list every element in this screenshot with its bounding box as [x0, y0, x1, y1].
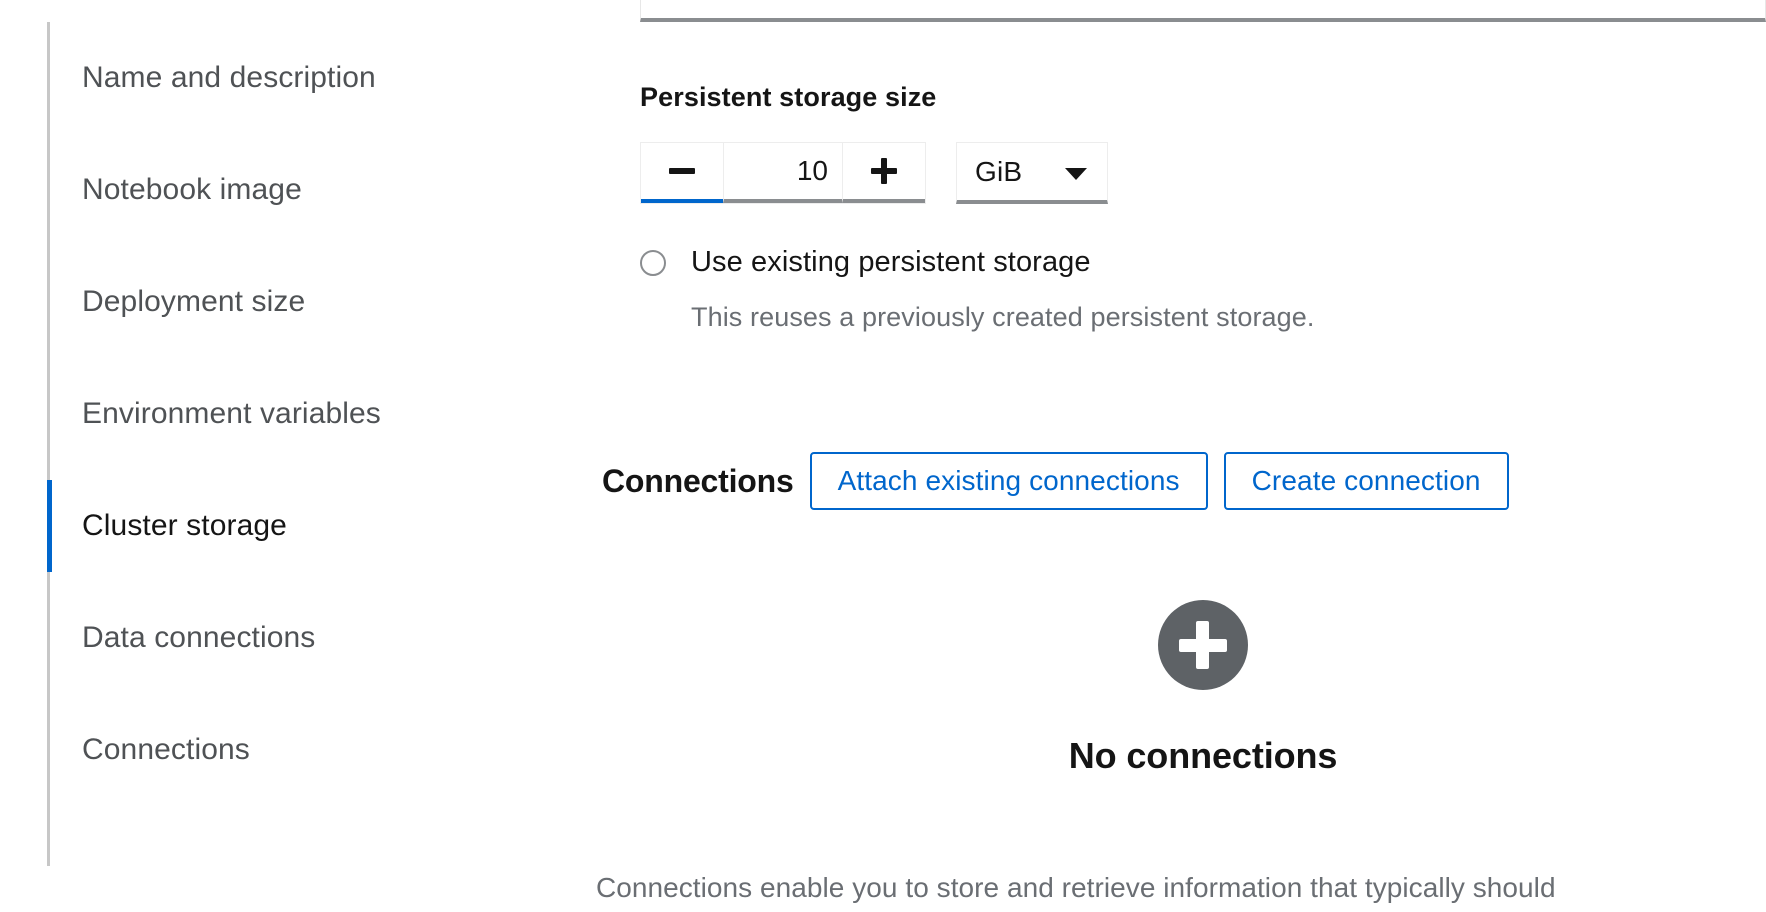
persistent-storage-size-label: Persistent storage size: [640, 82, 937, 112]
persistent-storage-size-controls: GiB: [640, 142, 1108, 204]
truncated-text-input-above[interactable]: [640, 0, 1766, 22]
storage-unit-value: GiB: [975, 155, 1023, 187]
sidebar-item-environment-variables[interactable]: Environment variables: [0, 358, 560, 470]
use-existing-storage-label: Use existing persistent storage: [691, 246, 1091, 278]
storage-unit-select[interactable]: GiB: [956, 142, 1108, 204]
main-content: Persistent storage size GiB Use existing…: [596, 0, 1766, 912]
use-existing-storage-radio-row[interactable]: Use existing persistent storage: [640, 246, 1091, 279]
minus-icon: [669, 168, 695, 174]
sidebar-item-notebook-image[interactable]: Notebook image: [0, 134, 560, 246]
plus-circle-icon: [1158, 600, 1248, 690]
empty-state-title: No connections: [1068, 735, 1338, 776]
chevron-down-icon: [1065, 167, 1087, 180]
plus-icon: [871, 158, 897, 184]
storage-size-input[interactable]: [723, 143, 843, 203]
sidebar-item-label: Name and description: [82, 61, 376, 94]
sidebar-item-connections[interactable]: Connections: [0, 694, 560, 806]
sidebar-item-data-connections[interactable]: Data connections: [0, 582, 560, 694]
notebook-configuration-page: Name and description Notebook image Depl…: [0, 0, 1766, 912]
create-connection-button[interactable]: Create connection: [1223, 452, 1509, 510]
sidebar-item-deployment-size[interactable]: Deployment size: [0, 246, 560, 358]
minus-icon-button[interactable]: [641, 143, 723, 203]
sidebar-item-label: Data connections: [82, 621, 316, 654]
empty-state-body-text: Connections enable you to store and retr…: [596, 872, 1556, 903]
connections-title: Connections: [602, 462, 794, 499]
sidebar-item-cluster-storage[interactable]: Cluster storage: [0, 470, 560, 582]
section-jump-links-sidebar: Name and description Notebook image Depl…: [0, 22, 560, 866]
sidebar-item-name-and-description[interactable]: Name and description: [0, 22, 560, 134]
use-existing-storage-helper-text: This reuses a previously created persist…: [691, 302, 1315, 332]
sidebar-item-label: Notebook image: [82, 173, 302, 206]
use-existing-storage-radio[interactable]: [640, 249, 666, 276]
sidebar-item-label: Connections: [82, 733, 250, 766]
sidebar-item-label: Environment variables: [82, 397, 381, 430]
plus-icon-button[interactable]: [843, 143, 925, 203]
quantity-stepper: [640, 142, 926, 204]
sidebar-item-label: Deployment size: [82, 285, 306, 318]
connections-empty-state: No connections: [640, 600, 1766, 777]
sidebar-item-label: Cluster storage: [82, 509, 287, 542]
connections-section-header: Connections Attach existing connections …: [602, 452, 1509, 510]
attach-existing-connections-button[interactable]: Attach existing connections: [809, 452, 1208, 510]
sidebar-nav-list: Name and description Notebook image Depl…: [0, 22, 560, 806]
